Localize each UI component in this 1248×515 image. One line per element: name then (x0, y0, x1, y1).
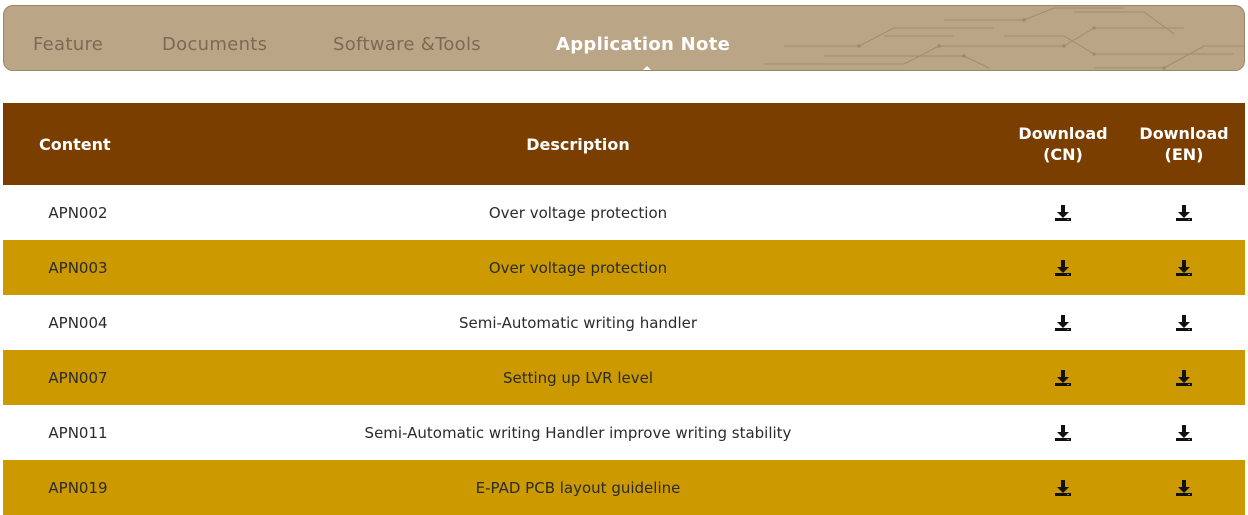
cell-description: Over voltage protection (488, 258, 668, 277)
download-icon[interactable] (1175, 204, 1193, 222)
cell-description: Setting up LVR level (502, 368, 654, 387)
circuit-decoration (764, 7, 1244, 70)
download-icon[interactable] (1175, 479, 1193, 497)
table-row: APN004 Semi-Automatic writing handler (3, 295, 1245, 350)
table-row: APN002 Over voltage protection (3, 185, 1245, 240)
cell-description: Semi-Automatic writing Handler improve w… (364, 423, 792, 442)
download-icon[interactable] (1054, 424, 1072, 442)
cell-description: Over voltage protection (488, 203, 668, 222)
download-icon[interactable] (1054, 204, 1072, 222)
download-en-button[interactable] (1123, 460, 1245, 515)
download-cn-button[interactable] (1003, 240, 1123, 295)
download-icon[interactable] (1054, 369, 1072, 387)
header-description: Description (526, 134, 630, 154)
table-header: Content Description Download (CN) Downloa… (3, 103, 1245, 185)
tab-documents[interactable]: Documents (162, 34, 267, 55)
download-en-button[interactable] (1123, 240, 1245, 295)
cell-description: Semi-Automatic writing handler (458, 313, 698, 332)
active-tab-caret (640, 66, 654, 70)
tab-feature[interactable]: Feature (33, 34, 103, 55)
download-cn-button[interactable] (1003, 405, 1123, 460)
table-row: APN007 Setting up LVR level (3, 350, 1245, 405)
cell-content: APN002 (48, 203, 108, 222)
download-en-button[interactable] (1123, 185, 1245, 240)
header-download-en: Download (EN) (1139, 124, 1229, 164)
cell-content: APN004 (48, 313, 108, 332)
tab-application-note[interactable]: Application Note (556, 34, 730, 55)
download-cn-button[interactable] (1003, 460, 1123, 515)
table-row: APN019 E-PAD PCB layout guideline (3, 460, 1245, 515)
cell-content: APN007 (48, 368, 108, 387)
download-cn-button[interactable] (1003, 350, 1123, 405)
tab-bar: Feature Documents Software &Tools Applic… (3, 5, 1245, 71)
tab-software-tools[interactable]: Software &Tools (333, 34, 481, 55)
table-body: APN002 Over voltage protection APN003 Over … (3, 185, 1245, 515)
table-row: APN011 Semi-Automatic writing Handler imp… (3, 405, 1245, 460)
table-row: APN003 Over voltage protection (3, 240, 1245, 295)
application-note-table: Content Description Download (CN) Downloa… (3, 103, 1245, 515)
download-icon[interactable] (1054, 479, 1072, 497)
cell-content: APN011 (48, 423, 108, 442)
download-en-button[interactable] (1123, 350, 1245, 405)
download-en-button[interactable] (1123, 295, 1245, 350)
header-download-cn: Download (CN) (1018, 124, 1108, 164)
download-icon[interactable] (1175, 369, 1193, 387)
download-cn-button[interactable] (1003, 185, 1123, 240)
cell-content: APN019 (48, 478, 108, 497)
download-icon[interactable] (1175, 424, 1193, 442)
download-icon[interactable] (1054, 314, 1072, 332)
download-icon[interactable] (1175, 259, 1193, 277)
download-icon[interactable] (1175, 314, 1193, 332)
download-icon[interactable] (1054, 259, 1072, 277)
cell-description: E-PAD PCB layout guideline (475, 478, 681, 497)
download-en-button[interactable] (1123, 405, 1245, 460)
header-content: Content (39, 134, 111, 154)
cell-content: APN003 (48, 258, 108, 277)
download-cn-button[interactable] (1003, 295, 1123, 350)
